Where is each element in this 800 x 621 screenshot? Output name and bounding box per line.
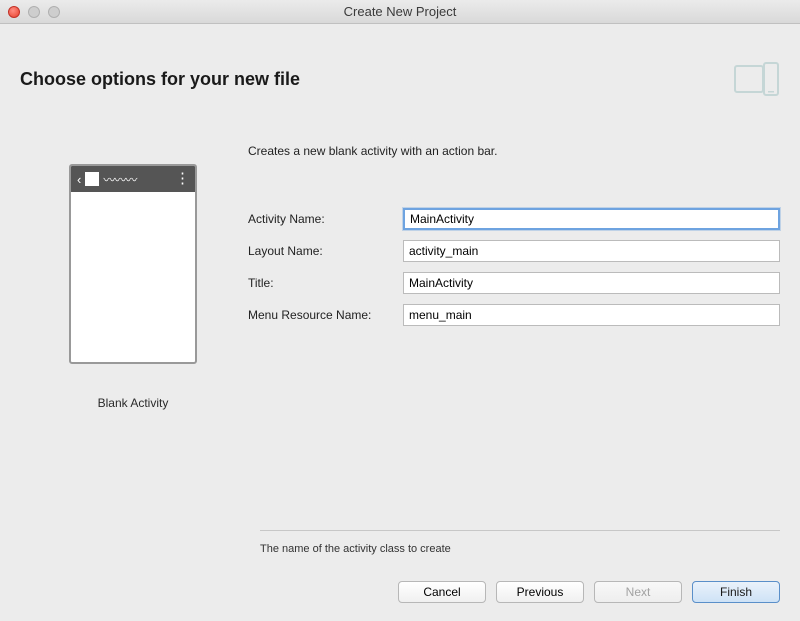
- field-activity-name-row: Activity Name:: [248, 208, 780, 230]
- activity-label: Blank Activity: [98, 396, 169, 410]
- dialog-window: Create New Project Choose options for yo…: [0, 0, 800, 621]
- next-button: Next: [594, 581, 682, 603]
- menu-resource-label: Menu Resource Name:: [248, 308, 403, 322]
- field-title-row: Title:: [248, 272, 780, 294]
- hint-text: The name of the activity class to create: [260, 543, 780, 555]
- hint-area: The name of the activity class to create: [260, 530, 780, 581]
- back-icon: ‹: [77, 172, 81, 187]
- form-description: Creates a new blank activity with an act…: [248, 144, 780, 158]
- field-layout-name-row: Layout Name:: [248, 240, 780, 262]
- preview-action-bar: ‹ 〰〰〰 ⋮: [71, 166, 195, 192]
- field-menu-resource-row: Menu Resource Name:: [248, 304, 780, 326]
- app-icon: [85, 172, 99, 186]
- overflow-icon: ⋮: [175, 176, 189, 182]
- title-bar: Create New Project: [0, 0, 800, 24]
- minimize-icon: [28, 6, 40, 18]
- cancel-button[interactable]: Cancel: [398, 581, 486, 603]
- previous-button[interactable]: Previous: [496, 581, 584, 603]
- form-column: Creates a new blank activity with an act…: [248, 124, 780, 520]
- zoom-icon: [48, 6, 60, 18]
- finish-button[interactable]: Finish: [692, 581, 780, 603]
- title-placeholder-icon: 〰〰〰: [103, 171, 171, 188]
- header-area: Choose options for your new file: [0, 24, 800, 114]
- activity-preview: ‹ 〰〰〰 ⋮: [69, 164, 197, 364]
- button-row: Cancel Previous Next Finish: [0, 581, 800, 621]
- traffic-lights: [8, 6, 60, 18]
- footer-area: The name of the activity class to create: [0, 530, 800, 581]
- activity-name-input[interactable]: [403, 208, 780, 230]
- page-title: Choose options for your new file: [20, 69, 300, 90]
- content-area: ‹ 〰〰〰 ⋮ Blank Activity Creates a new bla…: [0, 114, 800, 530]
- title-label: Title:: [248, 276, 403, 290]
- device-preview-icon: [734, 62, 780, 96]
- title-input[interactable]: [403, 272, 780, 294]
- preview-column: ‹ 〰〰〰 ⋮ Blank Activity: [58, 124, 208, 520]
- close-icon[interactable]: [8, 6, 20, 18]
- layout-name-label: Layout Name:: [248, 244, 403, 258]
- menu-resource-input[interactable]: [403, 304, 780, 326]
- activity-name-label: Activity Name:: [248, 212, 403, 226]
- window-title: Create New Project: [0, 4, 800, 19]
- layout-name-input[interactable]: [403, 240, 780, 262]
